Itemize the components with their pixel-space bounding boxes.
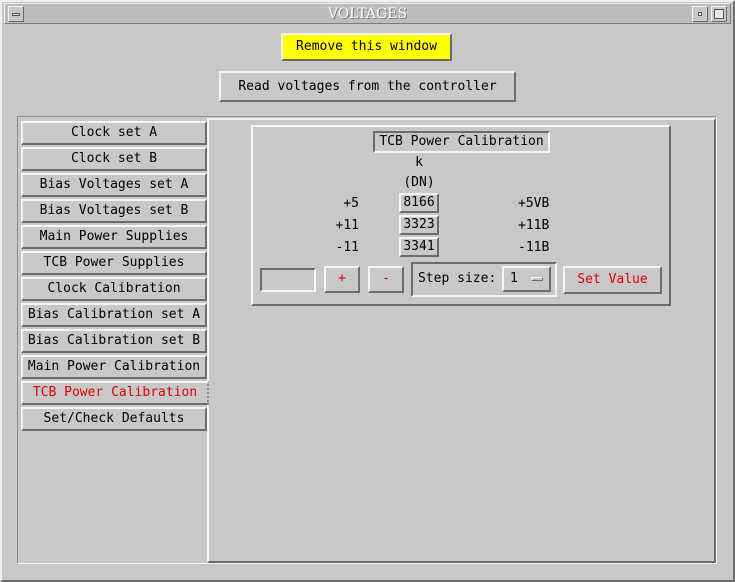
title-bar[interactable]: VOLTAGES [4, 3, 731, 24]
tab-clock-set-a[interactable]: Clock set A [21, 121, 207, 145]
step-size-value: 1 [510, 271, 518, 286]
option-menu-indicator-icon [531, 277, 543, 281]
tab-main-power-supplies[interactable]: Main Power Supplies [21, 225, 207, 249]
row-name-minus11b: -11B [518, 240, 550, 255]
set-value-button[interactable]: Set Value [563, 266, 662, 294]
tab-main-power-calibration[interactable]: Main Power Calibration [21, 355, 207, 379]
step-size-label: Step size: [418, 271, 497, 286]
value-minus11[interactable]: 3341 [399, 237, 439, 257]
tab-set-check-defaults[interactable]: Set/Check Defaults [21, 407, 207, 431]
calibration-title: TCB Power Calibration [373, 131, 550, 153]
tab-clock-calibration[interactable]: Clock Calibration [21, 277, 207, 301]
row-label-minus11: -11 [335, 240, 359, 255]
tab-bias-calibration-set-a[interactable]: Bias Calibration set A [21, 303, 207, 327]
tab-bias-voltages-set-b[interactable]: Bias Voltages set B [21, 199, 207, 223]
row-label-plus11: +11 [335, 218, 359, 233]
tab-clock-set-b[interactable]: Clock set B [21, 147, 207, 171]
remove-window-button[interactable]: Remove this window [281, 33, 452, 61]
window-title: VOLTAGES [327, 6, 408, 22]
increment-button[interactable]: + [324, 266, 360, 293]
column-header-k: k [415, 155, 423, 170]
maximize-icon[interactable] [711, 6, 727, 22]
value-plus11[interactable]: 3323 [399, 215, 439, 235]
value-plus5[interactable]: 8166 [399, 193, 439, 213]
tab-bias-calibration-set-b[interactable]: Bias Calibration set B [21, 329, 207, 353]
tab-bias-voltages-set-a[interactable]: Bias Voltages set A [21, 173, 207, 197]
minimize-icon[interactable] [692, 6, 708, 22]
column-unit: (DN) [403, 175, 435, 190]
step-size-select[interactable]: 1 [502, 266, 551, 292]
tab-tcb-power-supplies[interactable]: TCB Power Supplies [21, 251, 207, 275]
decrement-button[interactable]: - [368, 266, 404, 293]
row-name-plus5vb: +5VB [518, 196, 550, 211]
read-voltages-button[interactable]: Read voltages from the controller [219, 71, 516, 102]
row-name-plus11b: +11B [518, 218, 550, 233]
value-input[interactable] [260, 268, 316, 292]
row-label-plus5: +5 [343, 196, 359, 211]
tab-tcb-power-calibration[interactable]: TCB Power Calibration [21, 381, 209, 405]
